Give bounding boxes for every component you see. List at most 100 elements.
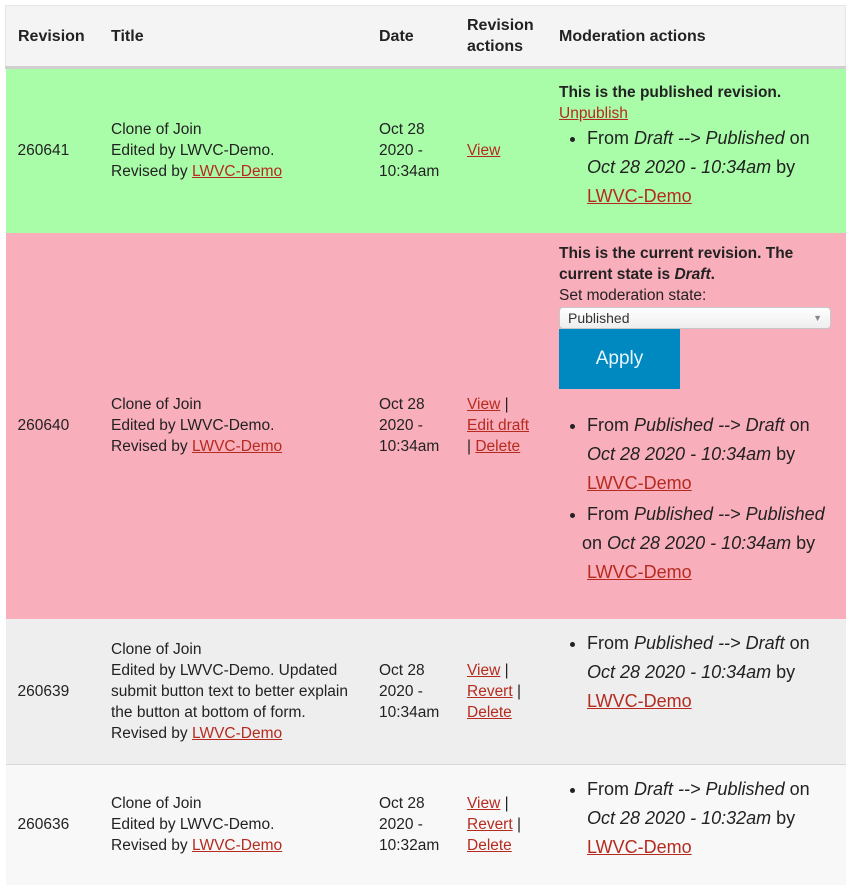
- moderation-actions: From Draft --> Published on Oct 28 2020 …: [547, 765, 846, 885]
- moderation-status: This is the current revision. The curren…: [559, 244, 794, 283]
- revised-by: Revised by LWVC-Demo: [111, 161, 355, 182]
- date-line: 10:34am: [379, 163, 440, 181]
- revisions-table: Revision Title Date Revision actions Mod…: [5, 5, 846, 885]
- revision-edited-note: Edited by LWVC-Demo.: [111, 417, 275, 434]
- date-line: 2020 -: [379, 682, 423, 700]
- separator: |: [500, 396, 509, 413]
- revised-by: Revised by LWVC-Demo: [111, 436, 355, 457]
- revised-by-user-link[interactable]: LWVC-Demo: [192, 438, 282, 455]
- date-line: Oct 28: [379, 121, 425, 139]
- moderation-log-entry: From Published --> Draft on Oct 28 2020 …: [587, 411, 834, 498]
- select-value: Published: [568, 309, 630, 326]
- revision-date: Oct 28 2020 - 10:34am: [367, 68, 455, 233]
- revision-title-cell: Clone of Join Edited by LWVC-Demo. Revis…: [99, 233, 367, 619]
- table-row: 260639 Clone of Join Edited by LWVC-Demo…: [5, 618, 846, 765]
- unpublish-link[interactable]: Unpublish: [559, 105, 628, 122]
- header-title: Title: [99, 5, 367, 69]
- moderation-log-entry: From Published --> Published on Oct 28 2…: [582, 500, 834, 587]
- apply-button[interactable]: Apply: [559, 328, 680, 389]
- revision-title: Clone of Join: [111, 121, 202, 139]
- header-moderation-actions: Moderation actions: [547, 5, 846, 69]
- revision-edited-note: Edited by LWVC-Demo. Updated submit butt…: [111, 661, 348, 721]
- revision-title-cell: Clone of Join Edited by LWVC-Demo. Revis…: [99, 765, 367, 885]
- revision-actions: View | Revert | Delete: [455, 619, 547, 765]
- date-line: 10:34am: [379, 703, 440, 721]
- log-user-link[interactable]: LWVC-Demo: [587, 837, 692, 857]
- date-line: 2020 -: [379, 417, 423, 434]
- revision-edited-note: Edited by LWVC-Demo.: [111, 816, 275, 834]
- revision-id: 260640: [17, 417, 70, 434]
- separator: |: [500, 795, 509, 813]
- moderation-actions: This is the current revision. The curren…: [547, 233, 846, 619]
- date-line: Oct 28: [379, 396, 425, 413]
- moderation-status: This is the published revision.: [559, 84, 782, 102]
- revision-edited-note: Edited by LWVC-Demo.: [111, 142, 275, 160]
- view-link[interactable]: View: [467, 662, 500, 679]
- revised-by-user-link[interactable]: LWVC-Demo: [192, 163, 282, 180]
- moderation-log-entry: From Draft --> Published on Oct 28 2020 …: [587, 124, 834, 211]
- log-user-link[interactable]: LWVC-Demo: [587, 186, 692, 206]
- revised-by-user-link[interactable]: LWVC-Demo: [192, 837, 282, 854]
- revision-id: 260639: [17, 682, 70, 700]
- delete-link[interactable]: Delete: [467, 837, 512, 854]
- date-line: Oct 28: [379, 795, 425, 813]
- revision-title-cell: Clone of Join Edited by LWVC-Demo. Revis…: [99, 68, 367, 233]
- revision-date: Oct 28 2020 - 10:34am: [367, 619, 455, 765]
- revised-by-label: Revised by: [111, 724, 192, 742]
- header-revision: Revision: [5, 5, 99, 69]
- revision-actions: View: [455, 68, 547, 233]
- date-line: Oct 28: [379, 661, 425, 679]
- moderation-log-entry: From Published --> Draft on Oct 28 2020 …: [587, 629, 834, 716]
- edit-draft-link[interactable]: Edit draft: [467, 417, 529, 434]
- moderation-actions: This is the published revision. Unpublis…: [547, 68, 846, 233]
- revised-by-label: Revised by: [111, 438, 192, 455]
- dropdown-arrow-icon: ▼: [813, 312, 822, 323]
- view-link[interactable]: View: [467, 795, 500, 812]
- moderation-log: From Draft --> Published on Oct 28 2020 …: [559, 124, 834, 211]
- separator: |: [512, 816, 521, 834]
- revision-title-cell: Clone of Join Edited by LWVC-Demo. Updat…: [99, 619, 367, 765]
- log-user-link[interactable]: LWVC-Demo: [587, 691, 692, 711]
- log-user-link[interactable]: LWVC-Demo: [587, 562, 692, 582]
- revision-actions: View | Revert | Delete: [455, 765, 547, 885]
- revised-by: Revised by LWVC-Demo: [111, 723, 355, 744]
- delete-link[interactable]: Delete: [467, 704, 512, 721]
- revision-title: Clone of Join: [111, 396, 202, 413]
- header-date: Date: [367, 5, 455, 69]
- revision-date: Oct 28 2020 - 10:34am: [367, 233, 455, 619]
- revision-id: 260641: [17, 142, 70, 160]
- date-line: 2020 -: [379, 142, 423, 160]
- separator: |: [500, 661, 509, 679]
- revision-id: 260636: [17, 816, 70, 834]
- view-link[interactable]: View: [467, 142, 500, 159]
- moderation-log-entry: From Draft --> Published on Oct 28 2020 …: [587, 775, 834, 862]
- moderation-log: From Published --> Draft on Oct 28 2020 …: [559, 411, 834, 587]
- revision-title: Clone of Join: [111, 795, 202, 813]
- table-header-row: Revision Title Date Revision actions Mod…: [5, 5, 846, 69]
- view-link[interactable]: View: [467, 396, 500, 413]
- set-state-label: Set moderation state:: [559, 286, 707, 304]
- moderation-log: From Draft --> Published on Oct 28 2020 …: [559, 775, 834, 862]
- revised-by: Revised by LWVC-Demo: [111, 835, 355, 856]
- moderation-state-select[interactable]: Published ▼: [559, 306, 831, 329]
- revision-actions: View | Edit draft | Delete: [455, 233, 547, 619]
- date-line: 2020 -: [379, 816, 423, 834]
- revised-by-user-link[interactable]: LWVC-Demo: [192, 725, 282, 742]
- revised-by-label: Revised by: [111, 163, 192, 181]
- moderation-actions: From Published --> Draft on Oct 28 2020 …: [547, 619, 846, 765]
- separator: |: [512, 682, 521, 700]
- revert-link[interactable]: Revert: [467, 816, 513, 833]
- table-row-current: 260640 Clone of Join Edited by LWVC-Demo…: [5, 232, 846, 619]
- table-row: 260636 Clone of Join Edited by LWVC-Demo…: [5, 764, 846, 885]
- delete-link[interactable]: Delete: [475, 438, 520, 455]
- log-user-link[interactable]: LWVC-Demo: [587, 473, 692, 493]
- header-revision-actions: Revision actions: [455, 5, 547, 69]
- revision-date: Oct 28 2020 - 10:32am: [367, 765, 455, 885]
- date-line: 10:34am: [379, 438, 440, 455]
- revised-by-label: Revised by: [111, 837, 192, 855]
- date-line: 10:32am: [379, 837, 440, 855]
- revision-title: Clone of Join: [111, 640, 202, 658]
- table-row-published: 260641 Clone of Join Edited by LWVC-Demo…: [5, 67, 846, 233]
- revert-link[interactable]: Revert: [467, 683, 513, 700]
- moderation-log: From Published --> Draft on Oct 28 2020 …: [559, 629, 834, 716]
